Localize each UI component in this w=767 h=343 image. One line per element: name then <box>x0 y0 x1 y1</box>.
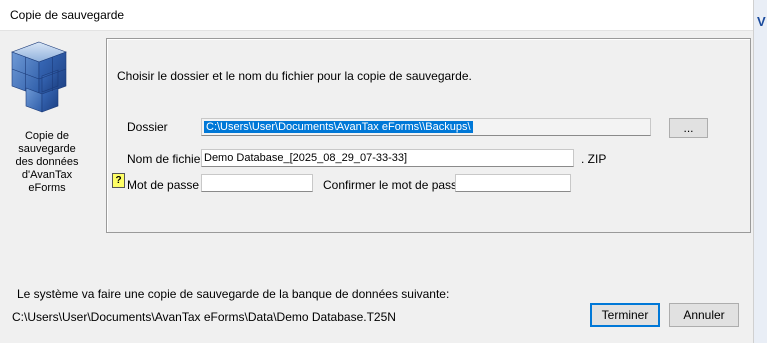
background-window-glyph: V <box>757 14 766 29</box>
browse-folder-button[interactable]: ... <box>669 118 708 138</box>
footer-message: Le système va faire une copie de sauvega… <box>17 287 450 301</box>
window-title: Copie de sauvegarde <box>10 8 125 22</box>
filename-label: Nom de fichier <box>127 152 205 166</box>
filename-input[interactable] <box>201 149 574 167</box>
cancel-button[interactable]: Annuler <box>669 303 739 327</box>
folder-field[interactable]: C:\Users\User\Documents\AvanTax eForms\\… <box>201 118 651 136</box>
database-path: C:\Users\User\Documents\AvanTax eForms\D… <box>12 310 396 324</box>
title-bar: Copie de sauvegarde <box>0 0 753 31</box>
confirm-password-label: Confirmer le mot de passe <box>323 178 464 192</box>
finish-button[interactable]: Terminer <box>590 303 660 327</box>
background-window-edge: V <box>753 0 767 343</box>
instruction-text: Choisir le dossier et le nom du fichier … <box>117 69 472 83</box>
file-extension-label: . ZIP <box>581 152 607 166</box>
help-icon[interactable]: ? <box>112 173 125 188</box>
confirm-password-input[interactable] <box>455 174 571 192</box>
password-label: Mot de passe <box>127 178 200 192</box>
blue-cubes-icon <box>11 41 67 113</box>
backup-options-panel: Choisir le dossier et le nom du fichier … <box>106 38 751 233</box>
folder-path-value: C:\Users\User\Documents\AvanTax eForms\\… <box>204 121 473 133</box>
folder-label: Dossier <box>127 120 168 134</box>
sidebar-caption: Copie de sauvegarde des données d'AvanTa… <box>15 130 79 194</box>
password-input[interactable] <box>201 174 313 192</box>
